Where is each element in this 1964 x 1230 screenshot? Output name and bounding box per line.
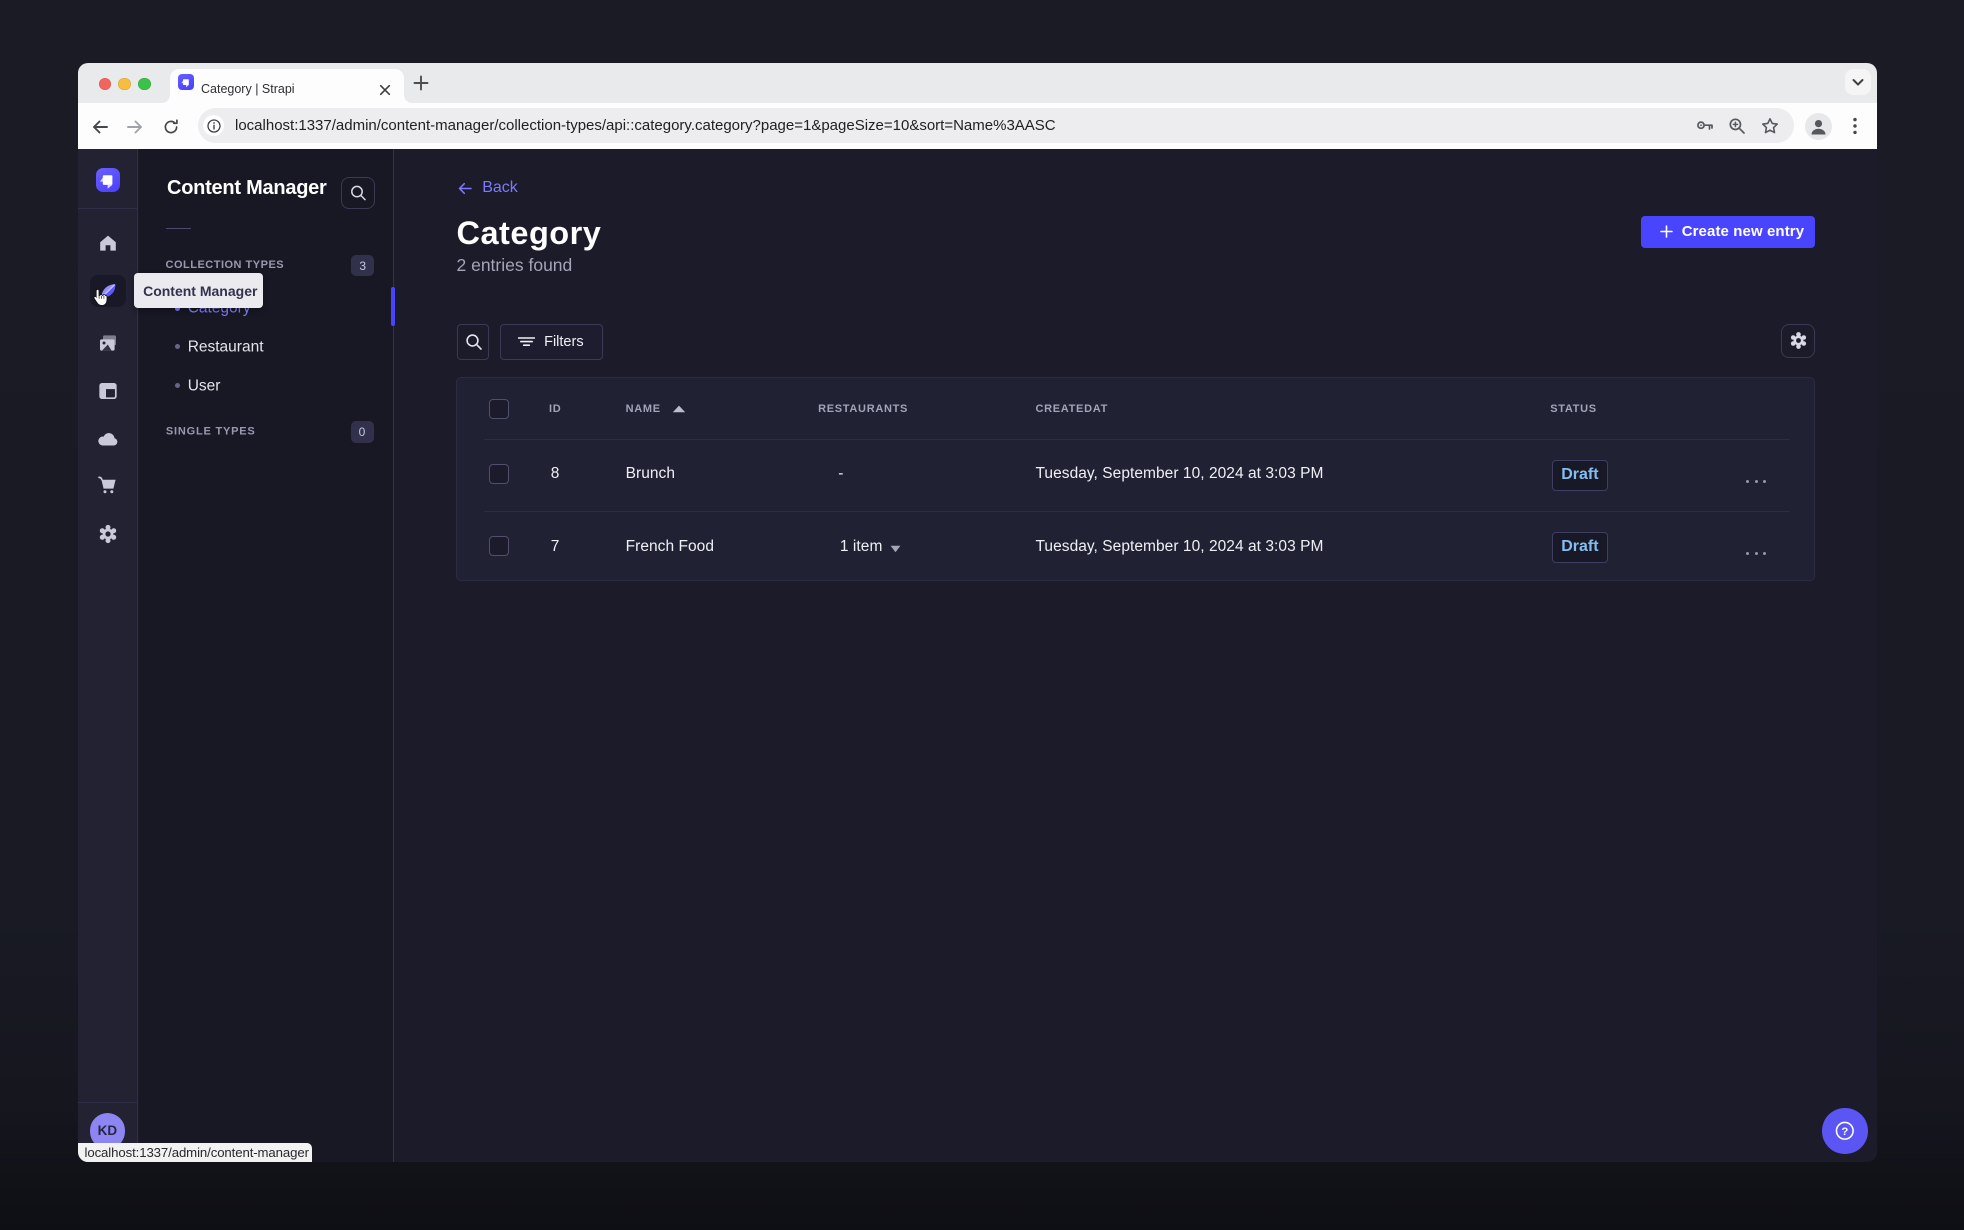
svg-text:?: ? xyxy=(1842,1126,1849,1138)
